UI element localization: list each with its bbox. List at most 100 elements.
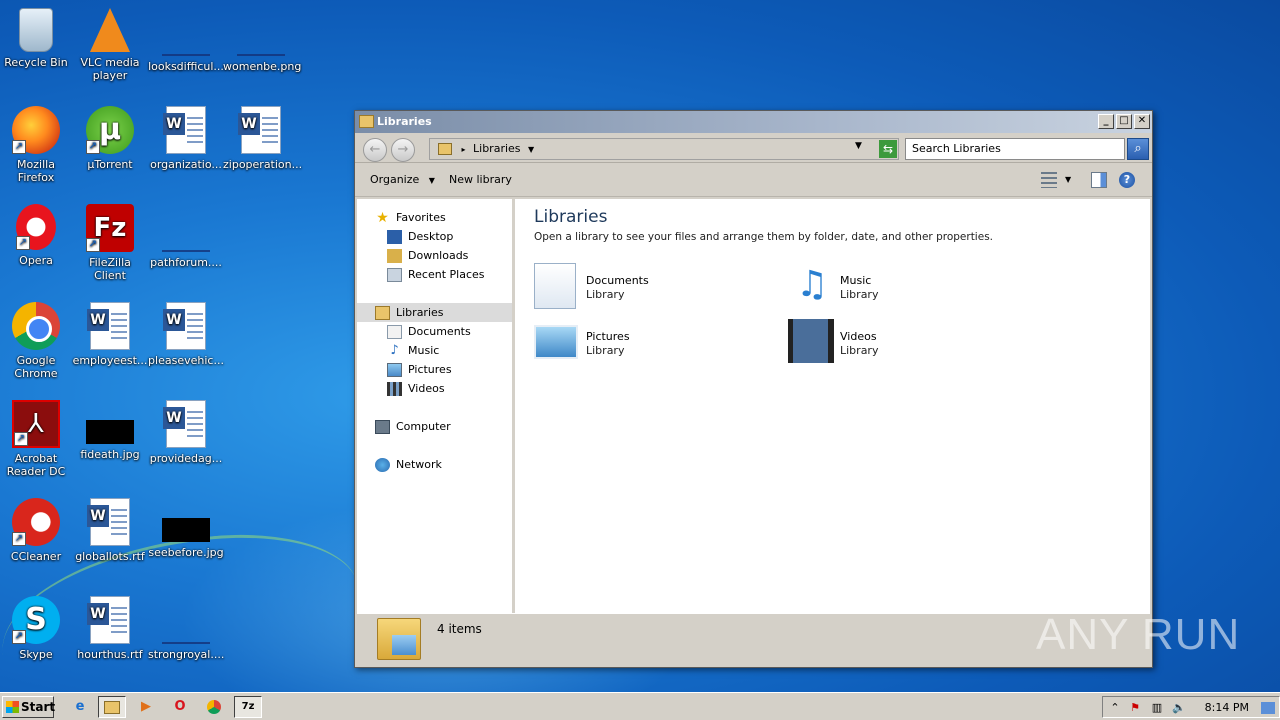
opera-taskbar-icon[interactable]: O (170, 697, 190, 717)
library-videos[interactable]: Videos Library (788, 319, 1038, 367)
explorer-taskbar-button[interactable] (98, 696, 126, 718)
nav-item-recent-places[interactable]: Recent Places (387, 265, 485, 284)
library-documents[interactable]: Documents Library (534, 263, 784, 311)
desktop-icon-label: Skype (19, 648, 53, 661)
nav-item-favorites[interactable]: ★ Favorites (375, 208, 446, 227)
word-document-icon (238, 106, 281, 154)
back-button[interactable]: ← (363, 138, 387, 162)
desktop-icon-providedag[interactable]: providedag... (148, 400, 224, 465)
nav-item-music[interactable]: ♪ Music (387, 341, 439, 360)
desktop-icon-acrobat[interactable]: ⅄ ↗ Acrobat Reader DC (0, 400, 74, 478)
window-titlebar[interactable]: Libraries _ □ ✕ (355, 111, 1152, 133)
word-document-icon (87, 498, 130, 546)
chrome-taskbar-icon[interactable] (204, 697, 224, 717)
desktop-icon-label: FileZilla Client (89, 256, 131, 282)
shortcut-arrow-icon: ↗ (12, 630, 26, 644)
show-desktop-icon[interactable] (1261, 702, 1275, 714)
search-icon[interactable]: ⌕ (1127, 138, 1149, 160)
minimize-button[interactable]: _ (1098, 114, 1114, 129)
new-library-button[interactable]: New library (449, 163, 512, 197)
desktop-icon-opera[interactable]: ↗ Opera (0, 204, 74, 267)
nav-item-downloads[interactable]: Downloads (387, 246, 468, 265)
desktop-icon-label: CCleaner (10, 550, 62, 563)
address-crumb-libraries[interactable]: Libraries (473, 142, 521, 155)
anyrun-watermark: ANY RUN (1036, 610, 1241, 659)
media-player-taskbar-icon[interactable]: ▶ (136, 697, 156, 717)
desktop-icon-filezilla[interactable]: Fz ↗ FileZilla Client (72, 204, 148, 282)
desktop-icon-ccleaner[interactable]: ↗ CCleaner (0, 498, 74, 563)
volume-icon[interactable]: 🔈 (1171, 700, 1187, 716)
desktop-icon-seebefore[interactable]: seebefore.jpg (148, 498, 224, 559)
image-file-icon (162, 34, 210, 56)
refresh-button[interactable]: ⇆ (879, 140, 897, 158)
view-options-dropdown-icon[interactable]: ▼ (1065, 172, 1081, 188)
address-history-dropdown-icon[interactable]: ▼ (855, 141, 862, 151)
internet-explorer-taskbar-icon[interactable]: e (70, 697, 90, 717)
recycle-bin-icon (19, 8, 53, 52)
word-document-icon (87, 596, 130, 644)
clock[interactable]: 8:14 PM (1205, 697, 1249, 719)
forward-button[interactable]: → (391, 138, 415, 162)
desktop-icon-chrome[interactable]: Google Chrome (0, 302, 74, 380)
documents-icon (387, 325, 402, 339)
desktop-icon-looksdifficul[interactable]: looksdifficul... (148, 8, 224, 73)
action-center-icon[interactable]: ⚑ (1127, 700, 1143, 716)
nav-item-pictures[interactable]: Pictures (387, 360, 452, 379)
library-type: Library (840, 344, 879, 357)
organize-button[interactable]: Organize ▼ (370, 163, 435, 197)
library-name: Documents (586, 274, 649, 287)
libraries-main-pane: Libraries Open a library to see your fil… (518, 199, 1150, 613)
library-type: Library (586, 288, 625, 301)
desktop-icon-label: Opera (19, 254, 53, 267)
desktop-icon-organizatio[interactable]: organizatio... (148, 106, 224, 171)
nav-item-videos[interactable]: Videos (387, 379, 445, 398)
nav-item-libraries[interactable]: Libraries (357, 303, 512, 322)
desktop-icon-hourthus[interactable]: hourthus.rtf (72, 596, 148, 661)
address-bar-row: ← → ▸ Libraries ▼ ▼ ⇆ Search Libraries ⌕ (355, 133, 1152, 163)
desktop-icon-fideath[interactable]: fideath.jpg (72, 400, 148, 461)
desktop-icon-pleasevehic[interactable]: pleasevehic... (148, 302, 224, 367)
desktop-icon-skype[interactable]: S ↗ Skype (0, 596, 74, 661)
window-title: Libraries (377, 115, 432, 128)
library-music[interactable]: ♫ Music Library (788, 263, 1038, 311)
address-field[interactable]: ▸ Libraries ▼ (429, 138, 899, 160)
nav-item-network[interactable]: Network (375, 455, 442, 474)
desktop-icon-label: zipoperation... (223, 158, 303, 171)
library-pictures[interactable]: Pictures Library (534, 319, 784, 367)
music-library-icon: ♫ (795, 264, 829, 305)
desktop-icon-strongroyal[interactable]: strongroyal.... (148, 596, 224, 661)
network-icon[interactable]: ▥ (1149, 700, 1165, 716)
help-icon[interactable]: ? (1119, 172, 1135, 188)
preview-pane-icon[interactable] (1091, 172, 1107, 188)
start-button[interactable]: Start (2, 696, 55, 718)
nav-item-documents[interactable]: Documents (387, 322, 471, 341)
close-button[interactable]: ✕ (1134, 114, 1150, 129)
desktop-icon-pathforum[interactable]: pathforum.... (148, 204, 224, 269)
desktop-icon-womenbe[interactable]: womenbe.png (223, 8, 301, 73)
desktop-icon-recycle-bin[interactable]: Recycle Bin (0, 8, 74, 69)
nav-label: Favorites (396, 211, 446, 224)
desktop-icon-utorrent[interactable]: µ ↗ µTorrent (72, 106, 148, 171)
explorer-window[interactable]: Libraries _ □ ✕ ← → ▸ Libraries ▼ ▼ ⇆ Se… (354, 110, 1153, 668)
organize-label: Organize (370, 173, 420, 186)
desktop-icon-label: fideath.jpg (80, 448, 140, 461)
crumb-dropdown-icon[interactable]: ▼ (528, 145, 534, 154)
desktop-icon-vlc[interactable]: VLC media player (72, 8, 148, 82)
videos-icon (387, 382, 402, 396)
nav-item-computer[interactable]: Computer (375, 417, 451, 436)
windows-logo-icon (6, 701, 19, 713)
computer-icon (375, 420, 390, 434)
nav-label: Videos (408, 382, 445, 395)
show-hidden-icons-icon[interactable]: ⌃ (1107, 700, 1123, 716)
nav-item-desktop[interactable]: Desktop (387, 227, 453, 246)
desktop-icon-zipoperation[interactable]: zipoperation... (223, 106, 303, 171)
maximize-button[interactable]: □ (1116, 114, 1132, 129)
desktop-icon-label: globallots.rtf (75, 550, 145, 563)
desktop-icon-firefox[interactable]: ↗ Mozilla Firefox (0, 106, 74, 184)
search-input[interactable]: Search Libraries (905, 138, 1125, 160)
desktop-icon-globallots[interactable]: globallots.rtf (72, 498, 148, 563)
desktop-icon-employeest[interactable]: employeest... (72, 302, 148, 367)
change-view-icon[interactable] (1041, 172, 1057, 188)
7zip-taskbar-button[interactable]: 7z (234, 696, 262, 718)
libraries-folder-icon (359, 115, 374, 128)
